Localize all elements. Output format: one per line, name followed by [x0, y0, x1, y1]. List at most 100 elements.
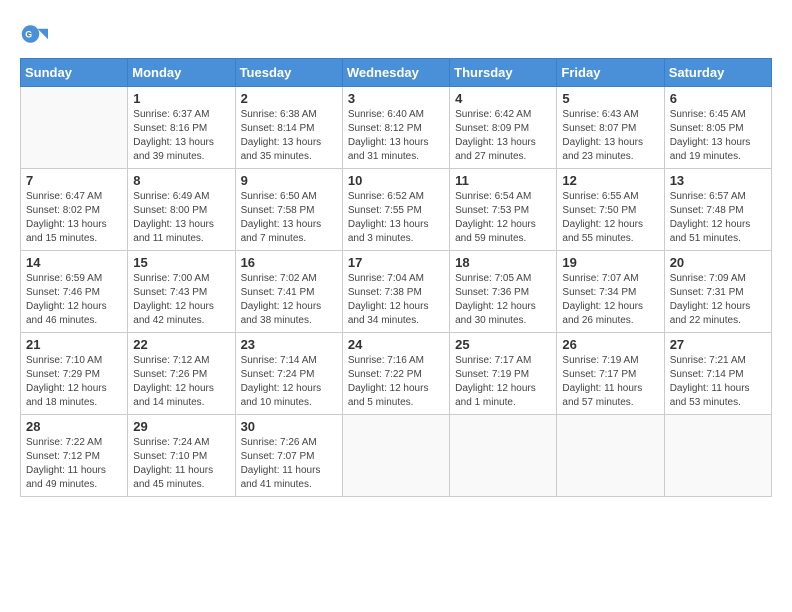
- day-info: Sunrise: 6:38 AM Sunset: 8:14 PM Dayligh…: [241, 108, 337, 164]
- calendar-cell: [664, 415, 771, 497]
- calendar-week-row: 14 Sunrise: 6:59 AM Sunset: 7:46 PM Dayli…: [21, 251, 772, 333]
- day-info: Sunrise: 7:10 AM Sunset: 7:29 PM Dayligh…: [26, 354, 122, 410]
- calendar-cell: 6 Sunrise: 6:45 AM Sunset: 8:05 PM Daylig…: [664, 87, 771, 169]
- calendar-cell: 12Sunrise: 6:55 AM Sunset: 7:50 PM Dayli…: [557, 169, 664, 251]
- day-number: 30: [241, 419, 337, 434]
- day-info: Sunrise: 7:04 AM Sunset: 7:38 PM Dayligh…: [348, 272, 444, 328]
- calendar-cell: 18 Sunrise: 7:05 AM Sunset: 7:36 PM Dayli…: [450, 251, 557, 333]
- day-info: Sunrise: 7:07 AM Sunset: 7:34 PM Dayligh…: [562, 272, 658, 328]
- day-number: 28: [26, 419, 122, 434]
- calendar-cell: 13 Sunrise: 6:57 AM Sunset: 7:48 PM Dayli…: [664, 169, 771, 251]
- calendar-cell: [21, 87, 128, 169]
- calendar-cell: 9 Sunrise: 6:50 AM Sunset: 7:58 PM Daylig…: [235, 169, 342, 251]
- day-number: 22: [133, 337, 229, 352]
- day-number: 18: [455, 255, 551, 270]
- day-number: 2: [241, 91, 337, 106]
- calendar-cell: 5 Sunrise: 6:43 AM Sunset: 8:07 PM Daylig…: [557, 87, 664, 169]
- day-info: Sunrise: 6:50 AM Sunset: 7:58 PM Dayligh…: [241, 190, 337, 246]
- calendar-cell: 17 Sunrise: 7:04 AM Sunset: 7:38 PM Dayli…: [342, 251, 449, 333]
- day-info: Sunrise: 7:16 AM Sunset: 7:22 PM Dayligh…: [348, 354, 444, 410]
- day-number: 29: [133, 419, 229, 434]
- day-info: Sunrise: 7:21 AM Sunset: 7:14 PM Dayligh…: [670, 354, 766, 410]
- day-info: Sunrise: 6:57 AM Sunset: 7:48 PM Dayligh…: [670, 190, 766, 246]
- day-number: 9: [241, 173, 337, 188]
- day-info: Sunrise: 7:09 AM Sunset: 7:31 PM Dayligh…: [670, 272, 766, 328]
- day-info: Sunrise: 7:12 AM Sunset: 7:26 PM Dayligh…: [133, 354, 229, 410]
- calendar-week-row: 21Sunrise: 7:10 AM Sunset: 7:29 PM Dayli…: [21, 333, 772, 415]
- day-info: Sunrise: 6:43 AM Sunset: 8:07 PM Dayligh…: [562, 108, 658, 164]
- calendar-cell: 19 Sunrise: 7:07 AM Sunset: 7:34 PM Dayli…: [557, 251, 664, 333]
- calendar-cell: 24 Sunrise: 7:16 AM Sunset: 7:22 PM Dayli…: [342, 333, 449, 415]
- day-number: 19: [562, 255, 658, 270]
- page-header: G: [20, 20, 772, 48]
- calendar-cell: 29 Sunrise: 7:24 AM Sunset: 7:10 PM Dayli…: [128, 415, 235, 497]
- day-info: Sunrise: 6:52 AM Sunset: 7:55 PM Dayligh…: [348, 190, 444, 246]
- day-info: Sunrise: 7:14 AM Sunset: 7:24 PM Dayligh…: [241, 354, 337, 410]
- day-info: Sunrise: 7:00 AM Sunset: 7:43 PM Dayligh…: [133, 272, 229, 328]
- day-number: 14: [26, 255, 122, 270]
- day-info: Sunrise: 7:02 AM Sunset: 7:41 PM Dayligh…: [241, 272, 337, 328]
- day-info: Sunrise: 6:37 AM Sunset: 8:16 PM Dayligh…: [133, 108, 229, 164]
- day-info: Sunrise: 6:40 AM Sunset: 8:12 PM Dayligh…: [348, 108, 444, 164]
- day-of-week-header: Tuesday: [235, 59, 342, 87]
- calendar-cell: 26 Sunrise: 7:19 AM Sunset: 7:17 PM Dayli…: [557, 333, 664, 415]
- calendar-cell: [450, 415, 557, 497]
- day-number: 27: [670, 337, 766, 352]
- calendar-cell: 11Sunrise: 6:54 AM Sunset: 7:53 PM Dayli…: [450, 169, 557, 251]
- day-number: 5: [562, 91, 658, 106]
- day-number: 10: [348, 173, 444, 188]
- day-info: Sunrise: 7:19 AM Sunset: 7:17 PM Dayligh…: [562, 354, 658, 410]
- calendar-header-row: SundayMondayTuesdayWednesdayThursdayFrid…: [21, 59, 772, 87]
- calendar-cell: 4Sunrise: 6:42 AM Sunset: 8:09 PM Daylig…: [450, 87, 557, 169]
- calendar-cell: 10 Sunrise: 6:52 AM Sunset: 7:55 PM Dayli…: [342, 169, 449, 251]
- day-number: 7: [26, 173, 122, 188]
- calendar-cell: 30 Sunrise: 7:26 AM Sunset: 7:07 PM Dayli…: [235, 415, 342, 497]
- calendar-week-row: 1 Sunrise: 6:37 AM Sunset: 8:16 PM Daylig…: [21, 87, 772, 169]
- day-of-week-header: Saturday: [664, 59, 771, 87]
- calendar-cell: 25 Sunrise: 7:17 AM Sunset: 7:19 PM Dayli…: [450, 333, 557, 415]
- day-number: 8: [133, 173, 229, 188]
- day-number: 26: [562, 337, 658, 352]
- calendar-cell: 28 Sunrise: 7:22 AM Sunset: 7:12 PM Dayli…: [21, 415, 128, 497]
- day-info: Sunrise: 7:22 AM Sunset: 7:12 PM Dayligh…: [26, 436, 122, 492]
- day-number: 15: [133, 255, 229, 270]
- calendar-cell: 2 Sunrise: 6:38 AM Sunset: 8:14 PM Daylig…: [235, 87, 342, 169]
- day-info: Sunrise: 6:45 AM Sunset: 8:05 PM Dayligh…: [670, 108, 766, 164]
- calendar-cell: [342, 415, 449, 497]
- day-info: Sunrise: 7:26 AM Sunset: 7:07 PM Dayligh…: [241, 436, 337, 492]
- day-number: 6: [670, 91, 766, 106]
- calendar-cell: 22 Sunrise: 7:12 AM Sunset: 7:26 PM Dayli…: [128, 333, 235, 415]
- day-info: Sunrise: 6:54 AM Sunset: 7:53 PM Dayligh…: [455, 190, 551, 246]
- calendar-cell: 3Sunrise: 6:40 AM Sunset: 8:12 PM Daylig…: [342, 87, 449, 169]
- calendar-cell: 20Sunrise: 7:09 AM Sunset: 7:31 PM Dayli…: [664, 251, 771, 333]
- calendar-cell: 21Sunrise: 7:10 AM Sunset: 7:29 PM Dayli…: [21, 333, 128, 415]
- day-of-week-header: Wednesday: [342, 59, 449, 87]
- day-of-week-header: Sunday: [21, 59, 128, 87]
- day-info: Sunrise: 7:17 AM Sunset: 7:19 PM Dayligh…: [455, 354, 551, 410]
- day-of-week-header: Thursday: [450, 59, 557, 87]
- day-info: Sunrise: 6:42 AM Sunset: 8:09 PM Dayligh…: [455, 108, 551, 164]
- day-info: Sunrise: 7:05 AM Sunset: 7:36 PM Dayligh…: [455, 272, 551, 328]
- day-info: Sunrise: 6:59 AM Sunset: 7:46 PM Dayligh…: [26, 272, 122, 328]
- calendar-cell: 16 Sunrise: 7:02 AM Sunset: 7:41 PM Dayli…: [235, 251, 342, 333]
- calendar-week-row: 7 Sunrise: 6:47 AM Sunset: 8:02 PM Daylig…: [21, 169, 772, 251]
- logo-icon: G: [20, 20, 48, 48]
- calendar-cell: 27 Sunrise: 7:21 AM Sunset: 7:14 PM Dayli…: [664, 333, 771, 415]
- day-of-week-header: Friday: [557, 59, 664, 87]
- calendar-cell: 15 Sunrise: 7:00 AM Sunset: 7:43 PM Dayli…: [128, 251, 235, 333]
- day-number: 12: [562, 173, 658, 188]
- day-number: 17: [348, 255, 444, 270]
- day-number: 16: [241, 255, 337, 270]
- day-number: 1: [133, 91, 229, 106]
- calendar-cell: 8 Sunrise: 6:49 AM Sunset: 8:00 PM Daylig…: [128, 169, 235, 251]
- day-number: 25: [455, 337, 551, 352]
- day-number: 24: [348, 337, 444, 352]
- calendar-cell: [557, 415, 664, 497]
- day-info: Sunrise: 6:47 AM Sunset: 8:02 PM Dayligh…: [26, 190, 122, 246]
- day-info: Sunrise: 7:24 AM Sunset: 7:10 PM Dayligh…: [133, 436, 229, 492]
- day-of-week-header: Monday: [128, 59, 235, 87]
- day-number: 23: [241, 337, 337, 352]
- calendar-cell: 1 Sunrise: 6:37 AM Sunset: 8:16 PM Daylig…: [128, 87, 235, 169]
- day-info: Sunrise: 6:49 AM Sunset: 8:00 PM Dayligh…: [133, 190, 229, 246]
- day-number: 13: [670, 173, 766, 188]
